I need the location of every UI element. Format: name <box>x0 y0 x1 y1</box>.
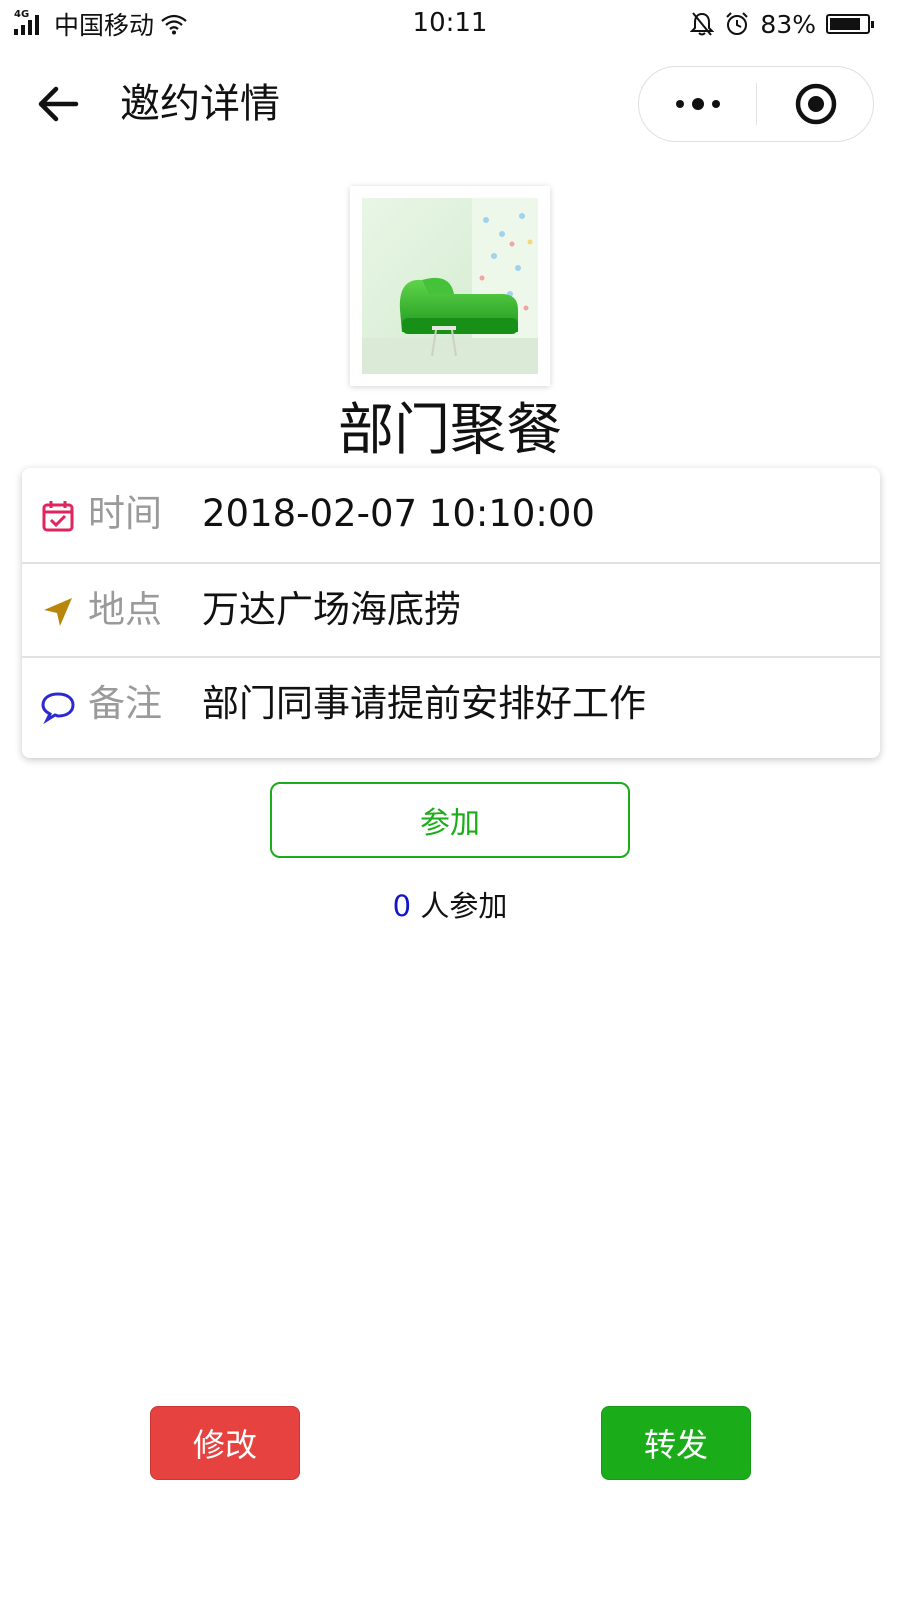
comment-icon <box>41 692 75 724</box>
location-arrow-icon <box>44 598 72 626</box>
status-bar: 4G 中国移动 10:11 83% <box>0 0 900 48</box>
share-button[interactable]: 转发 <box>601 1406 751 1480</box>
battery-icon <box>826 14 874 34</box>
navigation-bar: 邀约详情 <box>0 56 900 152</box>
more-dot-icon <box>692 98 704 110</box>
close-miniprogram-button[interactable] <box>757 67 875 141</box>
target-circle-icon <box>795 83 837 125</box>
detail-value: 万达广场海底捞 <box>202 588 461 631</box>
detail-label: 地点 <box>88 588 162 631</box>
detail-row-note: 备注 部门同事请提前安排好工作 <box>22 656 880 752</box>
event-title: 部门聚餐 <box>338 398 562 463</box>
join-button[interactable]: 参加 <box>270 782 630 858</box>
more-dot-icon <box>712 100 720 108</box>
detail-label: 备注 <box>88 682 162 725</box>
calendar-icon <box>42 501 74 532</box>
back-arrow-icon <box>38 86 79 122</box>
participant-count: 0 人参加 <box>0 886 900 926</box>
mute-bell-icon <box>690 12 715 36</box>
participant-suffix: 人参加 <box>420 889 508 923</box>
miniprogram-capsule <box>638 66 874 142</box>
page-title: 邀约详情 <box>120 81 280 127</box>
battery-percent: 83% <box>760 9 816 39</box>
event-cover-image <box>350 186 550 386</box>
status-right: 83% <box>690 8 874 40</box>
alarm-icon <box>726 12 749 35</box>
green-sofa-photo <box>362 198 538 374</box>
back-button[interactable] <box>36 80 84 128</box>
event-details-card: 时间 2018-02-07 10:10:00 地点 万达广场海底捞 备注 部门同… <box>22 468 880 758</box>
more-button[interactable] <box>639 67 757 141</box>
detail-value: 2018-02-07 10:10:00 <box>202 492 595 535</box>
more-dot-icon <box>676 100 684 108</box>
detail-value: 部门同事请提前安排好工作 <box>202 682 646 725</box>
participant-number: 0 <box>392 889 412 923</box>
edit-button[interactable]: 修改 <box>150 1406 300 1480</box>
battery-fill <box>830 18 860 30</box>
detail-row-location: 地点 万达广场海底捞 <box>22 562 880 658</box>
detail-row-time: 时间 2018-02-07 10:10:00 <box>22 468 880 562</box>
detail-label: 时间 <box>88 492 162 535</box>
